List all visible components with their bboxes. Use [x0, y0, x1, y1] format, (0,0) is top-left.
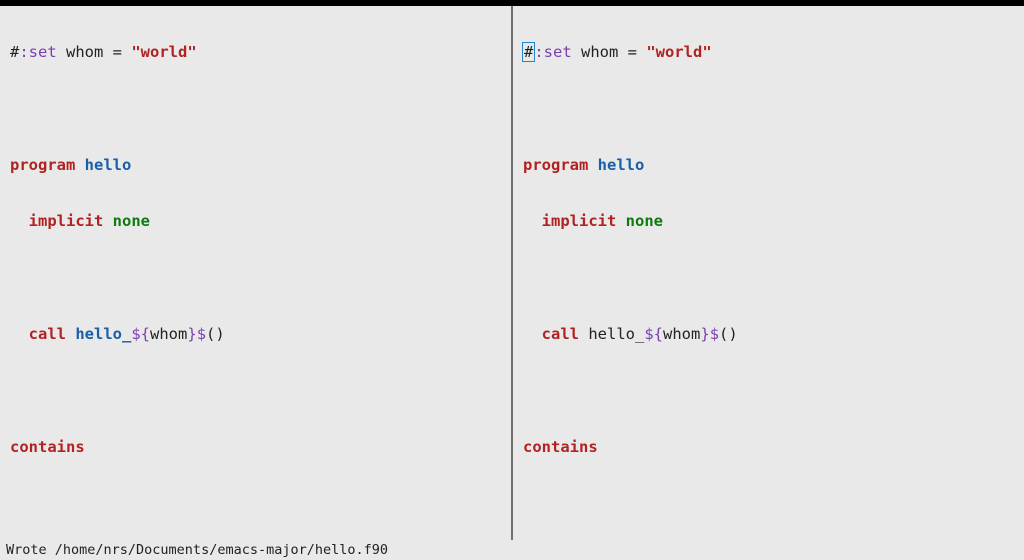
code-line: call hello_${whom}$()	[10, 320, 505, 348]
code-line: program hello	[10, 151, 505, 179]
code-line: #:set whom = "world"	[523, 38, 1018, 66]
left-buffer[interactable]: #:set whom = "world" program hello impli…	[0, 6, 511, 540]
code-line: #:set whom = "world"	[10, 38, 505, 66]
hash-icon: #	[10, 43, 19, 61]
blank-line	[10, 377, 505, 405]
blank-line	[523, 377, 1018, 405]
code-line: call hello_${whom}$()	[523, 320, 1018, 348]
right-buffer[interactable]: #:set whom = "world" program hello impli…	[513, 6, 1024, 540]
emacs-frame: #:set whom = "world" program hello impli…	[0, 0, 1024, 560]
blank-line	[10, 264, 505, 292]
blank-line	[10, 489, 505, 517]
code-line: contains	[10, 433, 505, 461]
right-pane[interactable]: #:set whom = "world" program hello impli…	[513, 6, 1024, 540]
blank-line	[523, 264, 1018, 292]
code-line: program hello	[523, 151, 1018, 179]
blank-line	[523, 489, 1018, 517]
hash-icon: #	[523, 43, 534, 61]
blank-line	[10, 95, 505, 123]
code-line: implicit none	[523, 207, 1018, 235]
left-pane[interactable]: #:set whom = "world" program hello impli…	[0, 6, 511, 540]
echo-message: Wrote /home/nrs/Documents/emacs-major/he…	[6, 542, 388, 558]
code-line: implicit none	[10, 207, 505, 235]
code-line: contains	[523, 433, 1018, 461]
split-panes: #:set whom = "world" program hello impli…	[0, 6, 1024, 540]
blank-line	[523, 95, 1018, 123]
echo-area: Wrote /home/nrs/Documents/emacs-major/he…	[0, 540, 1024, 560]
